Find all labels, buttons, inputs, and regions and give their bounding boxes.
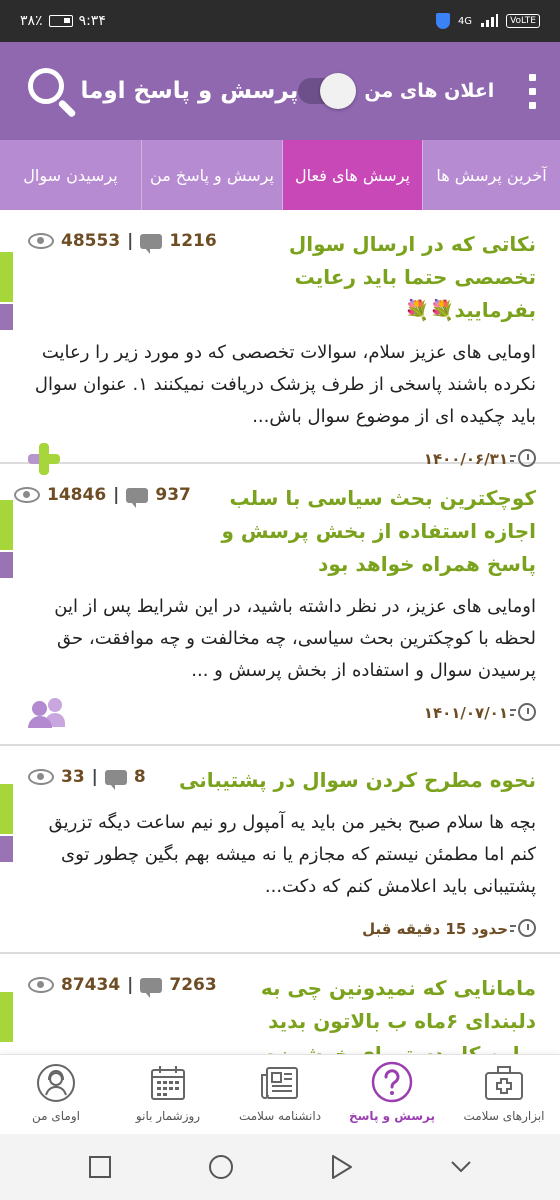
battery-percent: ۳۸٪ [20,13,43,29]
app-title: پرسش و پاسخ اوما [80,78,299,104]
nav-label: ابزارهای سلامت [463,1109,545,1123]
accent-bar [0,500,13,550]
nav-questions[interactable]: پرسش و پاسخ [336,1055,448,1135]
view-count: 87434 [61,975,121,995]
comment-icon [104,769,127,790]
tab-ask-question[interactable]: پرسیدن سوال [0,140,141,210]
woman-avatar-icon [33,1061,79,1105]
question-excerpt: اومایی های عزیز سلام، سوالات تخصصی که دو… [34,342,536,427]
bottom-nav: اومای من روزشمار بانو دانشنامه سلامت پرس… [0,1054,560,1134]
comment-count: 1216 [169,231,217,251]
comment-icon [140,977,163,998]
clock-time: ۹:۳۴ [78,13,106,29]
date-text: ۱۴۰۱/۰۷/۰۱ [423,704,508,722]
question-stats: 87434 | 7263 [28,972,217,998]
app-bar: پرسش و پاسخ اوما اعلان های من [0,42,560,140]
question-card[interactable]: 14846 | 937 کوچکترین بحث سیاسی با سلب اج… [0,464,560,746]
question-card[interactable]: 87434 | 7263 مامانایی که نمیدونین چی به … [0,954,560,1054]
notifications-toggle[interactable] [298,73,357,109]
comment-count: 937 [155,485,191,505]
question-title[interactable]: کوچکترین بحث سیاسی با سلب اجازه استفاده … [191,482,536,581]
nav-label: پرسش و پاسخ [348,1109,435,1123]
eye-icon [14,487,40,503]
comment-icon [126,487,149,508]
calendar-icon [145,1061,191,1105]
view-count: 14846 [47,485,107,505]
question-excerpt: اومایی های عزیز، در نظر داشته باشید، در … [54,596,536,681]
status-bar: ۹:۳۴ ۳۸٪ 4G VoLTE [0,0,560,42]
clock-icon [510,918,536,940]
question-excerpt: بچه ها سلام صبح بخیر من باید یه آمپول رو… [48,812,536,897]
question-card[interactable]: 33 | 8 نحوه مطرح کردن سوال در پشتیبانی ب… [0,746,560,954]
accent-bar [0,992,13,1042]
accent-bar [0,836,13,862]
question-date: حدود 15 دقیقه قبل [362,918,536,940]
newspaper-icon [257,1061,303,1105]
search-icon[interactable] [26,66,77,119]
view-count: 48553 [61,231,121,251]
clock-icon [510,702,536,724]
system-nav-bar [0,1134,560,1200]
recent-apps-icon[interactable] [88,1155,112,1179]
question-icon [369,1061,415,1105]
question-stats: 33 | 8 [28,764,146,790]
eye-icon [28,769,54,785]
view-count: 33 [61,767,85,787]
question-feed[interactable]: 48553 | 1216 نکاتی که در ارسال سوال تخصص… [0,210,560,1054]
comment-count: 8 [133,767,146,787]
eye-icon [28,233,54,249]
nav-health-tools[interactable]: ابزارهای سلامت [448,1055,560,1135]
signal-icon [481,14,499,27]
comment-count: 7263 [169,975,217,995]
nav-calendar[interactable]: روزشمار بانو [112,1055,224,1135]
question-stats: 14846 | 937 [14,482,191,508]
more-menu-icon[interactable] [528,73,536,109]
question-stats: 48553 | 1216 [28,228,217,254]
medical-kit-icon [481,1061,527,1105]
nav-label: دانشنامه سلامت [238,1109,322,1123]
network-type: 4G [457,15,473,27]
notifications-toggle-group: اعلان های من [298,73,495,109]
date-text: حدود 15 دقیقه قبل [362,920,508,938]
eye-icon [28,977,54,993]
users-icon [28,698,65,728]
tab-latest-questions[interactable]: آخرین پرسش ها [422,140,560,210]
nav-label: اومای من [32,1109,80,1123]
nav-my-ouma[interactable]: اومای من [0,1055,112,1135]
question-date: ۱۴۰۱/۰۷/۰۱ [424,702,536,724]
question-title[interactable]: نکاتی که در ارسال سوال تخصصی حتما باید ر… [217,228,536,327]
accent-bar [0,784,13,834]
question-title[interactable]: مامانایی که نمیدونین چی به دلبندای ۶ماه … [236,972,536,1054]
shield-icon [435,13,450,29]
nav-encyclopedia[interactable]: دانشنامه سلامت [224,1055,336,1135]
back-icon[interactable] [330,1154,354,1180]
comment-icon [140,233,163,254]
status-right: 4G VoLTE [435,13,540,29]
tab-active-questions[interactable]: پرسش های فعال [282,140,422,210]
question-card[interactable]: 48553 | 1216 نکاتی که در ارسال سوال تخصص… [0,210,560,475]
home-icon[interactable] [208,1154,234,1180]
volte-badge: VoLTE [506,14,540,28]
nav-label: روزشمار بانو [135,1109,201,1123]
accent-bar [0,252,13,302]
notifications-toggle-label: اعلان های من [364,80,495,102]
accent-bar [0,552,13,578]
battery-icon [48,15,73,27]
status-left: ۹:۳۴ ۳۸٪ [20,13,106,29]
tab-bar: آخرین پرسش ها پرسش های فعال پرسش و پاسخ … [0,140,560,210]
accent-bar [0,304,13,330]
tab-my-questions[interactable]: پرسش و پاسخ من [141,140,282,210]
question-title[interactable]: نحوه مطرح کردن سوال در پشتیبانی [179,764,536,797]
chevron-down-icon[interactable] [450,1160,472,1174]
